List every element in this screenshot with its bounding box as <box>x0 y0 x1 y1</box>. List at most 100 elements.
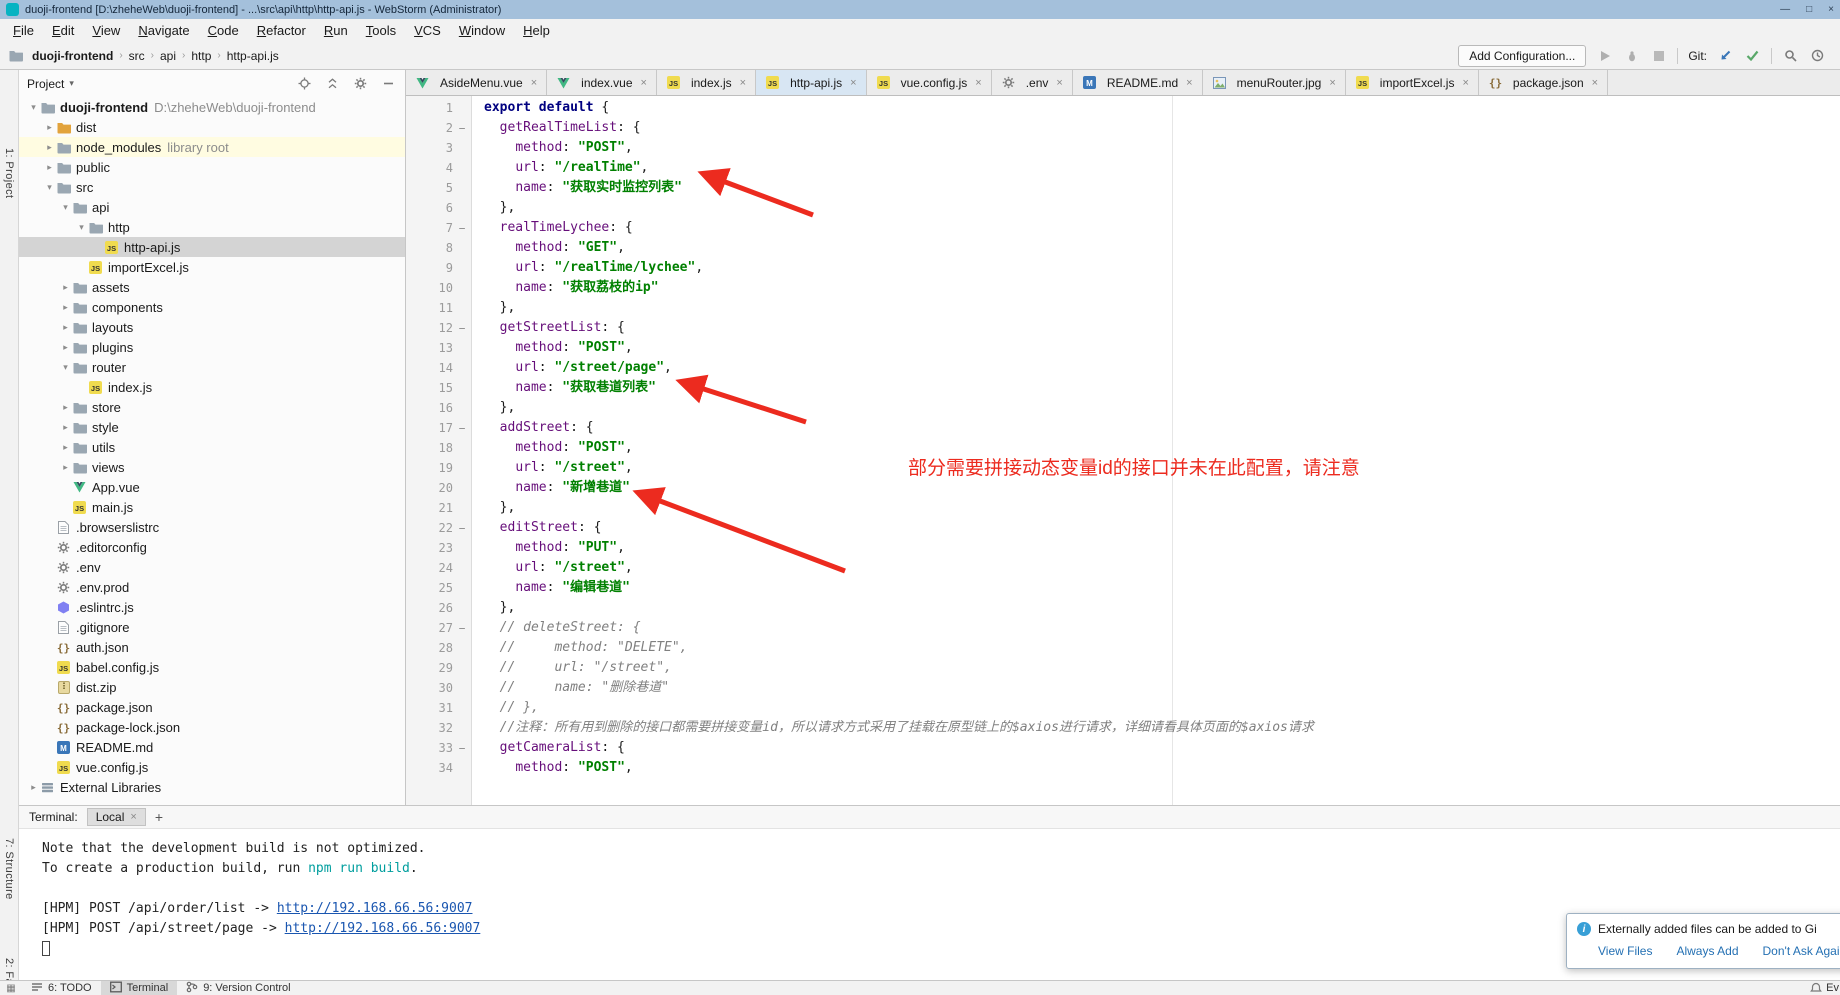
tree-item-duoji-frontend[interactable]: ▾duoji-frontend D:\zheheWeb\duoji-fronte… <box>19 97 405 117</box>
collapse-arrow-icon[interactable]: ▾ <box>27 102 40 113</box>
git-update-icon[interactable] <box>1717 47 1734 64</box>
code-line[interactable]: editStreet: { <box>484 518 1840 538</box>
expand-arrow-icon[interactable]: ▸ <box>59 422 72 433</box>
tree-item-readme-md[interactable]: MREADME.md <box>19 737 405 757</box>
search-icon[interactable] <box>1782 47 1799 64</box>
code-line[interactable]: url: "/street", <box>484 558 1840 578</box>
fold-minus-icon[interactable]: − <box>453 122 471 135</box>
tree-item-style[interactable]: ▸style <box>19 417 405 437</box>
code-line[interactable]: method: "GET", <box>484 238 1840 258</box>
tree-item-env[interactable]: .env <box>19 557 405 577</box>
tree-item-browserslistrc[interactable]: .browserslistrc <box>19 517 405 537</box>
tab-close-icon[interactable]: × <box>850 77 856 89</box>
tab-readme-md[interactable]: MREADME.md× <box>1073 70 1203 95</box>
project-panel-title[interactable]: Project <box>27 77 64 91</box>
tool-stripe-project[interactable]: 1: Project <box>3 148 15 198</box>
fold-minus-icon[interactable]: − <box>453 422 471 435</box>
code-line[interactable]: method: "POST", <box>484 138 1840 158</box>
tree-item-http-api-js[interactable]: JShttp-api.js <box>19 237 405 257</box>
tree-item-router[interactable]: ▾router <box>19 357 405 377</box>
tree-item-auth-json[interactable]: {}auth.json <box>19 637 405 657</box>
expand-arrow-icon[interactable]: ▸ <box>27 782 40 793</box>
tree-item-importexcel-js[interactable]: JSimportExcel.js <box>19 257 405 277</box>
tab-env[interactable]: .env× <box>992 70 1073 95</box>
tree-item-src[interactable]: ▾src <box>19 177 405 197</box>
tree-item-assets[interactable]: ▸assets <box>19 277 405 297</box>
menu-code[interactable]: Code <box>199 23 248 38</box>
breadcrumb-http-api-js[interactable]: http-api.js <box>227 49 279 63</box>
run-icon[interactable] <box>1596 47 1613 64</box>
code-line[interactable]: }, <box>484 498 1840 518</box>
notification-action-don-t-ask-agai[interactable]: Don't Ask Agai <box>1763 944 1840 958</box>
expand-arrow-icon[interactable]: ▸ <box>59 342 72 353</box>
tab-close-icon[interactable]: × <box>1186 77 1192 89</box>
fold-minus-icon[interactable]: − <box>453 522 471 535</box>
breadcrumb-duoji-frontend[interactable]: duoji-frontend <box>8 49 113 63</box>
code-line[interactable]: }, <box>484 598 1840 618</box>
tab-close-icon[interactable]: × <box>1056 77 1062 89</box>
notification-action-always-add[interactable]: Always Add <box>1676 944 1738 958</box>
tab-menurouter-jpg[interactable]: menuRouter.jpg× <box>1203 70 1346 95</box>
close-button[interactable]: × <box>1828 4 1834 15</box>
expand-arrow-icon[interactable]: ▸ <box>59 322 72 333</box>
code-line[interactable]: name: "获取巷道列表" <box>484 378 1840 398</box>
tab-close-icon[interactable]: × <box>1462 77 1468 89</box>
collapse-arrow-icon[interactable]: ▾ <box>43 182 56 193</box>
breadcrumb-src[interactable]: src <box>129 49 145 63</box>
tree-item-env-prod[interactable]: .env.prod <box>19 577 405 597</box>
git-commit-icon[interactable] <box>1744 47 1761 64</box>
expand-arrow-icon[interactable]: ▸ <box>59 402 72 413</box>
tree-item-babel-config-js[interactable]: JSbabel.config.js <box>19 657 405 677</box>
code-line[interactable]: method: "POST", <box>484 338 1840 358</box>
fold-minus-icon[interactable]: − <box>453 222 471 235</box>
code-line[interactable]: // deleteStreet: { <box>484 618 1840 638</box>
collapse-arrow-icon[interactable]: ▾ <box>59 362 72 373</box>
statusbar-9-version-control[interactable]: 9: Version Control <box>177 981 299 995</box>
locate-icon[interactable] <box>296 75 313 92</box>
tab-index-js[interactable]: JSindex.js× <box>657 70 756 95</box>
expand-arrow-icon[interactable]: ▸ <box>43 122 56 133</box>
tree-item-external-libraries[interactable]: ▸External Libraries <box>19 777 405 797</box>
menu-run[interactable]: Run <box>315 23 357 38</box>
statusbar-6-todo[interactable]: 6: TODO <box>22 981 101 995</box>
tree-item-main-js[interactable]: JSmain.js <box>19 497 405 517</box>
tree-item-package-json[interactable]: {}package.json <box>19 697 405 717</box>
menu-edit[interactable]: Edit <box>43 23 83 38</box>
tree-item-node-modules[interactable]: ▸node_modules library root <box>19 137 405 157</box>
code-line[interactable]: name: "获取荔枝的ip" <box>484 278 1840 298</box>
tree-item-public[interactable]: ▸public <box>19 157 405 177</box>
code-line[interactable]: url: "/realTime/lychee", <box>484 258 1840 278</box>
expand-arrow-icon[interactable]: ▸ <box>59 282 72 293</box>
fold-minus-icon[interactable]: − <box>453 322 471 335</box>
code-line[interactable]: }, <box>484 298 1840 318</box>
expand-arrow-icon[interactable]: ▸ <box>59 462 72 473</box>
stop-icon[interactable] <box>1650 47 1667 64</box>
tree-item-components[interactable]: ▸components <box>19 297 405 317</box>
tree-item-dist[interactable]: ▸dist <box>19 117 405 137</box>
expand-arrow-icon[interactable]: ▸ <box>43 142 56 153</box>
notification-action-view-files[interactable]: View Files <box>1598 944 1652 958</box>
tab-close-icon[interactable]: × <box>975 77 981 89</box>
code-line[interactable]: // }, <box>484 698 1840 718</box>
clock-icon[interactable] <box>1809 47 1826 64</box>
menu-refactor[interactable]: Refactor <box>248 23 315 38</box>
code-line[interactable]: getStreetList: { <box>484 318 1840 338</box>
expand-arrow-icon[interactable]: ▸ <box>59 302 72 313</box>
terminal-link[interactable]: http://192.168.66.56:9007 <box>277 901 473 916</box>
code-area[interactable]: export default { getRealTimeList: { meth… <box>472 96 1840 805</box>
tab-importexcel-js[interactable]: JSimportExcel.js× <box>1346 70 1479 95</box>
code-line[interactable]: name: "新增巷道" <box>484 478 1840 498</box>
tree-item-app-vue[interactable]: App.vue <box>19 477 405 497</box>
tab-package-json[interactable]: {}package.json× <box>1479 70 1608 95</box>
debug-icon[interactable] <box>1623 47 1640 64</box>
tree-item-http[interactable]: ▾http <box>19 217 405 237</box>
code-line[interactable]: }, <box>484 198 1840 218</box>
code-line[interactable]: getRealTimeList: { <box>484 118 1840 138</box>
tree-item-gitignore[interactable]: .gitignore <box>19 617 405 637</box>
code-line[interactable]: name: "编辑巷道" <box>484 578 1840 598</box>
tree-item-editorconfig[interactable]: .editorconfig <box>19 537 405 557</box>
tree-item-store[interactable]: ▸store <box>19 397 405 417</box>
tree-item-index-js[interactable]: JSindex.js <box>19 377 405 397</box>
code-line[interactable]: }, <box>484 398 1840 418</box>
add-configuration-button[interactable]: Add Configuration... <box>1458 45 1586 67</box>
